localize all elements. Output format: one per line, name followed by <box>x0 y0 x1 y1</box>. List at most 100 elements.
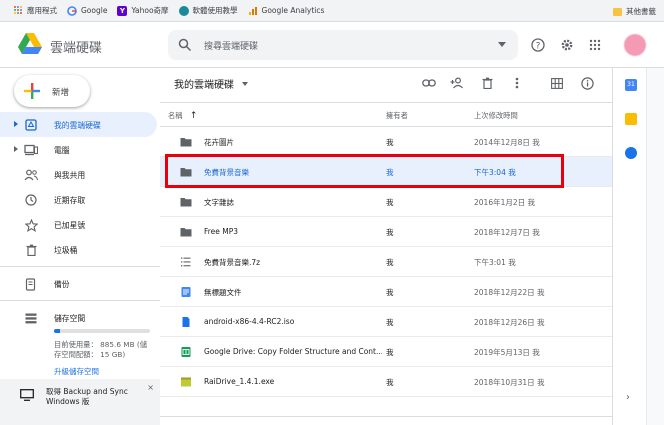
file-owner: 我 <box>386 198 394 207</box>
backup-sync-promo[interactable]: 取得 Backup and Sync Windows 版 × <box>0 379 160 425</box>
avatar[interactable] <box>624 34 646 56</box>
gear-icon[interactable] <box>559 37 575 53</box>
backup-promo-line2: Windows 版 <box>46 397 90 406</box>
file-modified: 2018年12月26日 我 <box>474 318 545 327</box>
file-name[interactable]: 無標題文件 <box>204 287 382 298</box>
file-owner: 我 <box>386 348 394 357</box>
bookmark-apps[interactable]: 應用程式 <box>14 5 57 16</box>
sidebar-item-backups[interactable]: 備份 <box>0 271 160 296</box>
file-name[interactable]: Google Drive: Copy Folder Structure and … <box>204 347 382 356</box>
storage-usage-fill <box>54 329 60 333</box>
sidebar-item-label: 近期存取 <box>54 196 86 205</box>
upgrade-storage-link[interactable]: 升級儲存空間 <box>54 366 99 377</box>
sidebar-item-storage[interactable]: 儲存空間 <box>0 305 160 330</box>
file-name[interactable]: Free MP3 <box>204 227 382 236</box>
bookmark-yahoo[interactable]: Y Yahoo奇摩 <box>117 5 169 16</box>
file-name[interactable]: RaiDrive_1.4.1.exe <box>204 377 382 386</box>
storage-usage-text-line1: 目前使用量： 885.6 MB (儲 <box>54 340 148 349</box>
other-bookmarks[interactable]: 其他書籤 <box>613 6 656 17</box>
app-brand[interactable]: 雲端硬碟 <box>50 37 102 56</box>
sidebar: 新增 我的雲端硬碟 電腦 與我共用 近期存取 已加星號 垃圾桶 備份 儲存空間 … <box>0 68 160 425</box>
file-modified: 2018年10月31日 我 <box>474 378 545 387</box>
chevron-down-icon[interactable] <box>242 81 248 86</box>
bookmark-label: Yahoo奇摩 <box>131 6 169 15</box>
file-row[interactable]: 花卉圖片我 2014年12月8日 我 <box>160 127 612 157</box>
breadcrumb-current[interactable]: 我的雲端硬碟 <box>174 76 234 91</box>
file-row[interactable]: 文字雜誌我 2016年1月2日 我 <box>160 187 612 217</box>
file-owner: 我 <box>386 258 394 267</box>
file-row[interactable]: Google Drive: Copy Folder Structure and … <box>160 337 612 367</box>
file-name[interactable]: android-x86-4.4-RC2.iso <box>204 317 382 326</box>
file-row[interactable]: 免費背景音樂.7z 我 下午3:01 我 <box>160 247 612 277</box>
star-icon <box>24 218 38 232</box>
file-name[interactable]: 文字雜誌 <box>204 197 382 208</box>
search-icon[interactable] <box>178 38 192 52</box>
file-row[interactable]: android-x86-4.4-RC2.iso 我 2018年12月26日 我 <box>160 307 612 337</box>
bookmark-tutorial[interactable]: 軟體使用教學 <box>178 5 238 16</box>
backup-promo-line1: 取得 Backup and Sync <box>46 387 128 396</box>
sidebar-item-label: 已加星號 <box>54 221 86 230</box>
file-list-header: 名稱 ↑ 擁有者 上次修改時間 <box>160 102 612 127</box>
app-header: 雲端硬碟 搜尋雲端硬碟 ? <box>0 23 664 68</box>
bookmark-google[interactable]: Google <box>67 5 107 16</box>
shared-icon <box>24 168 38 182</box>
scrollbar[interactable] <box>646 68 664 425</box>
calendar-icon[interactable]: 31 <box>625 79 637 91</box>
search-placeholder[interactable]: 搜尋雲端硬碟 <box>204 39 258 52</box>
sidebar-item-label: 與我共用 <box>54 171 86 180</box>
google-sheets-icon <box>180 347 192 357</box>
grid-view-icon[interactable] <box>550 76 564 90</box>
google-apps-icon[interactable] <box>587 37 603 53</box>
close-icon[interactable]: × <box>147 383 154 392</box>
svg-text:?: ? <box>536 42 541 52</box>
backup-promo-text[interactable]: 取得 Backup and Sync Windows 版 <box>46 387 128 407</box>
file-owner: 我 <box>386 228 394 237</box>
keep-icon[interactable] <box>625 113 637 125</box>
info-icon[interactable] <box>580 76 594 90</box>
add-person-icon[interactable] <box>450 76 464 90</box>
new-button[interactable]: 新增 <box>14 75 90 107</box>
sort-arrow-icon[interactable]: ↑ <box>190 111 198 121</box>
desktop-monitor-icon <box>20 389 34 401</box>
file-owner: 我 <box>386 288 394 297</box>
column-header-owner[interactable]: 擁有者 <box>386 111 408 121</box>
bookmark-analytics[interactable]: Google Analytics <box>248 6 324 16</box>
chevron-right-icon[interactable]: › <box>626 392 630 403</box>
folder-icon <box>180 227 192 237</box>
breadcrumb[interactable]: 我的雲端硬碟 <box>174 76 248 91</box>
file-name[interactable]: 免費背景音樂.7z <box>204 257 382 268</box>
sidebar-item-label: 備份 <box>54 280 70 289</box>
expand-arrow-icon[interactable] <box>14 146 18 152</box>
more-vert-icon[interactable] <box>510 76 524 90</box>
analytics-icon <box>248 6 257 15</box>
tutorial-site-icon <box>178 5 189 16</box>
other-bookmarks-label: 其他書籤 <box>626 7 656 16</box>
bookmark-label: 應用程式 <box>27 6 57 15</box>
search-options-icon[interactable] <box>498 42 506 47</box>
sidebar-item-recent[interactable]: 近期存取 <box>0 187 160 212</box>
file-row[interactable]: 無標題文件我 2018年12月22日 我 <box>160 277 612 307</box>
sidebar-item-shared[interactable]: 與我共用 <box>0 162 160 187</box>
search-bar[interactable]: 搜尋雲端硬碟 <box>168 30 518 60</box>
archive-file-icon <box>180 257 192 267</box>
tasks-icon[interactable] <box>625 147 637 159</box>
computer-icon <box>24 143 38 157</box>
backup-icon <box>24 277 38 291</box>
sidebar-divider <box>0 266 160 267</box>
google-docs-icon <box>180 287 192 297</box>
file-row[interactable]: RaiDrive_1.4.1.exe 我 2018年10月31日 我 <box>160 367 612 397</box>
drive-logo-icon[interactable] <box>18 33 42 55</box>
expand-arrow-icon[interactable] <box>14 121 18 127</box>
sidebar-item-trash[interactable]: 垃圾桶 <box>0 237 160 262</box>
column-header-modified[interactable]: 上次修改時間 <box>474 111 518 121</box>
file-icon <box>180 317 192 327</box>
file-name[interactable]: 花卉圖片 <box>204 137 382 148</box>
link-icon[interactable] <box>422 76 436 90</box>
file-row[interactable]: Free MP3 我 2018年12月7日 我 <box>160 217 612 247</box>
sidebar-item-starred[interactable]: 已加星號 <box>0 212 160 237</box>
sidebar-item-my-drive[interactable]: 我的雲端硬碟 <box>0 112 157 137</box>
sidebar-item-computers[interactable]: 電腦 <box>0 137 160 162</box>
help-icon[interactable]: ? <box>530 37 546 53</box>
trash-icon[interactable] <box>480 76 494 90</box>
column-header-name[interactable]: 名稱 ↑ <box>168 111 197 121</box>
